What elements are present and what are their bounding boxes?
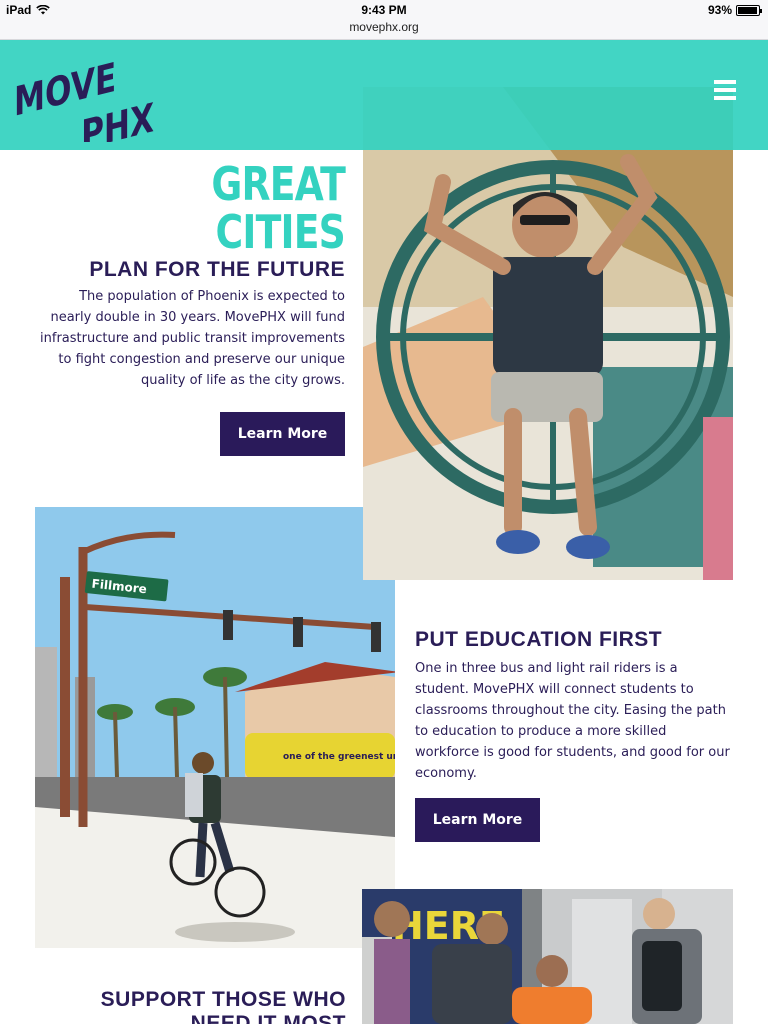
status-time: 9:43 PM xyxy=(361,3,407,17)
site-header: MOVE PHX xyxy=(0,40,768,150)
playground-photo xyxy=(363,87,733,580)
section-support: SUPPORT THOSE WHO NEED IT MOST xyxy=(30,988,346,1024)
section-education: PUT EDUCATION FIRST One in three bus and… xyxy=(415,628,730,842)
education-subtitle: PUT EDUCATION FIRST xyxy=(415,628,663,651)
education-body: One in three bus and light rail riders i… xyxy=(415,661,730,781)
battery-icon xyxy=(736,4,762,16)
movephx-logo[interactable]: MOVE PHX xyxy=(14,50,154,142)
hamburger-menu-icon[interactable] xyxy=(714,80,736,100)
status-bar: iPad 9:43 PM movephx.org 93% xyxy=(0,0,768,40)
address-bar-url[interactable]: movephx.org xyxy=(0,20,768,34)
street-cyclist-photo: one of the greenest universities in the … xyxy=(35,507,395,948)
learn-more-button-2[interactable]: Learn More xyxy=(415,798,540,842)
section-great-cities: GREAT CITIES PLAN FOR THE FUTURE The pop… xyxy=(30,157,346,456)
battery-percent: 93% xyxy=(707,3,732,17)
train-riders-photo: HERE xyxy=(362,889,733,1024)
status-right: 93% xyxy=(707,3,762,17)
support-subtitle-line1: SUPPORT THOSE WHO xyxy=(100,988,346,1011)
great-cities-body: The population of Phoenix is expected to… xyxy=(40,289,345,388)
plan-for-future-subtitle: PLAN FOR THE FUTURE xyxy=(89,258,345,281)
svg-text:one of the greenest universiti: one of the greenest universities in the … xyxy=(283,752,395,762)
support-subtitle-line2: NEED IT MOST xyxy=(190,1012,346,1024)
great-cities-title: GREAT CITIES xyxy=(211,157,345,259)
learn-more-button-1[interactable]: Learn More xyxy=(220,412,345,456)
